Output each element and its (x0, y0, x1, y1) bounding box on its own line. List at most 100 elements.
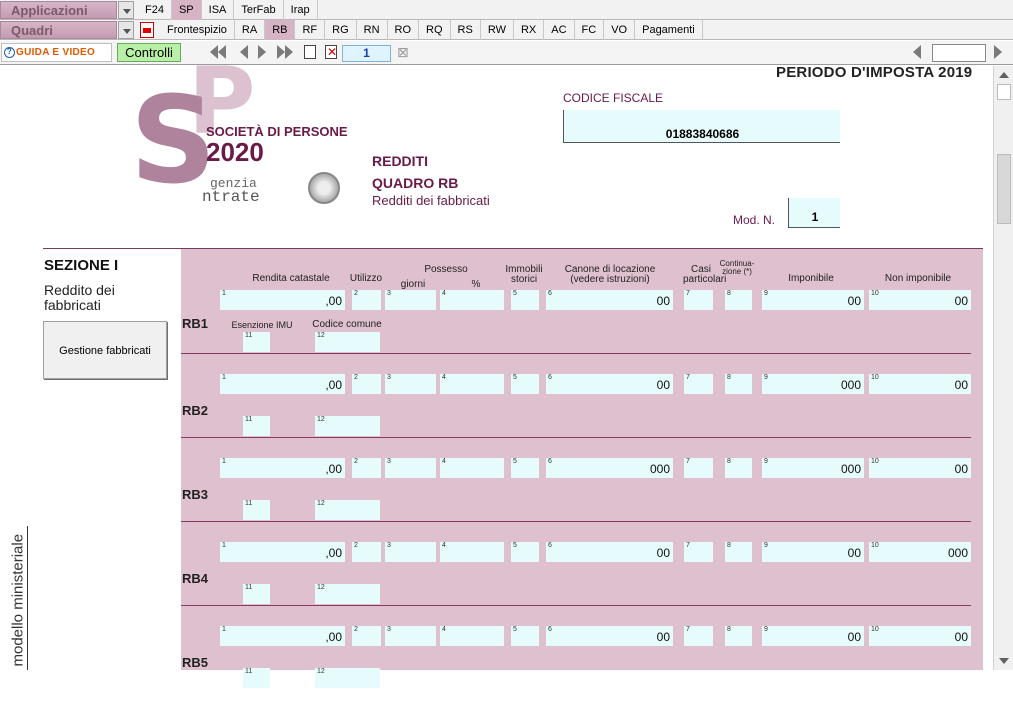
page-number-input[interactable]: 1 (342, 45, 391, 62)
rb-field-9[interactable]: 9 00 (762, 626, 864, 646)
mod-n-field[interactable]: 1 (788, 198, 840, 228)
rb-field-2[interactable]: 2 (352, 626, 381, 646)
tab-quadro-rs[interactable]: RS (451, 20, 481, 40)
tab-terfab[interactable]: TerFab (234, 0, 284, 20)
rb-field-3[interactable]: 3 (385, 374, 436, 394)
rb-field-8[interactable]: 8 (725, 626, 752, 646)
chevron-down-icon[interactable] (118, 1, 134, 19)
rb-field-2[interactable]: 2 (352, 458, 381, 478)
rb-field-3[interactable]: 3 (385, 542, 436, 562)
rb-field-10[interactable]: 10 00 (869, 626, 971, 646)
rb-field-1[interactable]: 1,00 (220, 626, 345, 646)
rb-field-6[interactable]: 6 00 (546, 626, 673, 646)
rb-field-11[interactable]: 11 (243, 332, 270, 352)
pdf-icon[interactable] (140, 22, 154, 38)
rb-field-5[interactable]: 5 (511, 626, 539, 646)
vertical-scrollbar[interactable] (993, 66, 1013, 670)
rb-field-6[interactable]: 6 00 (546, 374, 673, 394)
rb-field-7[interactable]: 7 (684, 626, 713, 646)
tab-f24[interactable]: F24 (138, 0, 172, 20)
rb-field-12[interactable]: 12 (315, 584, 380, 604)
tab-quadro-ac[interactable]: AC (544, 20, 575, 40)
codice-fiscale-field[interactable]: 01883840686 (563, 110, 840, 143)
tab-quadro-rn[interactable]: RN (357, 20, 388, 40)
rb-field-11[interactable]: 11 (243, 584, 270, 604)
rb-field-9[interactable]: 9 00 (762, 542, 864, 562)
guida-video-button[interactable]: ? GUIDA E VIDEO (1, 43, 112, 62)
scrollbar-thumb[interactable] (997, 84, 1011, 100)
rb-field-4[interactable]: 4 (440, 374, 504, 394)
rb-field-3[interactable]: 3 (385, 626, 436, 646)
tab-quadro-rg[interactable]: RG (325, 20, 357, 40)
rb-field-9[interactable]: 9 000 (762, 374, 864, 394)
tab-quadro-rf[interactable]: RF (295, 20, 326, 40)
rb-field-8[interactable]: 8 (725, 290, 752, 310)
gestione-fabbricati-button[interactable]: Gestione fabbricati (43, 321, 167, 379)
tab-sp[interactable]: SP (171, 0, 202, 20)
controlli-button[interactable]: Controlli (117, 43, 181, 62)
rb-field-10[interactable]: 10 00 (869, 458, 971, 478)
rb-field-4[interactable]: 4 (440, 626, 504, 646)
next-page-icon[interactable] (258, 45, 266, 59)
rb-field-7[interactable]: 7 (684, 458, 713, 478)
clear-icon[interactable]: ⊠ (397, 45, 409, 59)
delete-page-icon[interactable] (325, 45, 337, 59)
rb-field-5[interactable]: 5 (511, 542, 539, 562)
rb-field-5[interactable]: 5 (511, 290, 539, 310)
scroll-up-icon[interactable] (999, 72, 1009, 78)
rb-field-8[interactable]: 8 (725, 458, 752, 478)
tab-isa[interactable]: ISA (202, 0, 235, 20)
scroll-down-icon[interactable] (999, 658, 1009, 664)
tab-quadro-rx[interactable]: RX (514, 20, 545, 40)
last-page-icon[interactable] (277, 45, 293, 59)
tab-irap[interactable]: Irap (284, 0, 318, 20)
rb-field-9[interactable]: 9 00 (762, 290, 864, 310)
chevron-down-icon[interactable] (118, 21, 134, 39)
rb-field-6[interactable]: 6 00 (546, 290, 673, 310)
rb-field-2[interactable]: 2 (352, 290, 381, 310)
rb-field-12[interactable]: 12 (315, 500, 380, 520)
rb-field-4[interactable]: 4 (440, 458, 504, 478)
rb-field-8[interactable]: 8 (725, 542, 752, 562)
rb-field-1[interactable]: 1,00 (220, 374, 345, 394)
rb-field-10[interactable]: 10 00 (869, 374, 971, 394)
rb-field-3[interactable]: 3 (385, 290, 436, 310)
rb-field-9[interactable]: 9 000 (762, 458, 864, 478)
rb-field-2[interactable]: 2 (352, 542, 381, 562)
quadri-combo[interactable]: Quadri (0, 21, 134, 39)
rb-field-11[interactable]: 11 (243, 500, 270, 520)
search-field[interactable] (932, 44, 986, 62)
rb-field-1[interactable]: 1,00 (220, 458, 345, 478)
rb-field-11[interactable]: 11 (243, 668, 270, 688)
rb-field-11[interactable]: 11 (243, 416, 270, 436)
rb-field-4[interactable]: 4 (440, 290, 504, 310)
tab-quadro-fc[interactable]: FC (575, 20, 605, 40)
tab-quadro-rq[interactable]: RQ (419, 20, 451, 40)
tab-quadro-vo[interactable]: VO (604, 20, 636, 40)
applicazioni-combo[interactable]: Applicazioni (0, 1, 134, 19)
rb-field-5[interactable]: 5 (511, 374, 539, 394)
rb-field-1[interactable]: 1,00 (220, 290, 345, 310)
tab-quadro-pagamenti[interactable]: Pagamenti (635, 20, 703, 40)
tab-quadro-rb[interactable]: RB (265, 20, 296, 40)
new-page-icon[interactable] (304, 45, 316, 59)
rb-field-2[interactable]: 2 (352, 374, 381, 394)
scroll-right-icon[interactable] (994, 45, 1002, 62)
rb-field-12[interactable]: 12 (315, 416, 380, 436)
rb-field-8[interactable]: 8 (725, 374, 752, 394)
rb-field-6[interactable]: 6 000 (546, 458, 673, 478)
rb-field-3[interactable]: 3 (385, 458, 436, 478)
tab-quadro-frontespizio[interactable]: Frontespizio (160, 20, 235, 40)
rb-field-12[interactable]: 12 (315, 668, 380, 688)
rb-field-12[interactable]: 12 (315, 332, 380, 352)
rb-field-5[interactable]: 5 (511, 458, 539, 478)
scroll-left-icon[interactable] (913, 45, 921, 62)
rb-field-7[interactable]: 7 (684, 374, 713, 394)
tab-quadro-rw[interactable]: RW (481, 20, 514, 40)
tab-quadro-ro[interactable]: RO (388, 20, 420, 40)
tab-quadro-ra[interactable]: RA (235, 20, 266, 40)
rb-field-1[interactable]: 1,00 (220, 542, 345, 562)
rb-field-4[interactable]: 4 (440, 542, 504, 562)
rb-field-7[interactable]: 7 (684, 290, 713, 310)
rb-field-7[interactable]: 7 (684, 542, 713, 562)
